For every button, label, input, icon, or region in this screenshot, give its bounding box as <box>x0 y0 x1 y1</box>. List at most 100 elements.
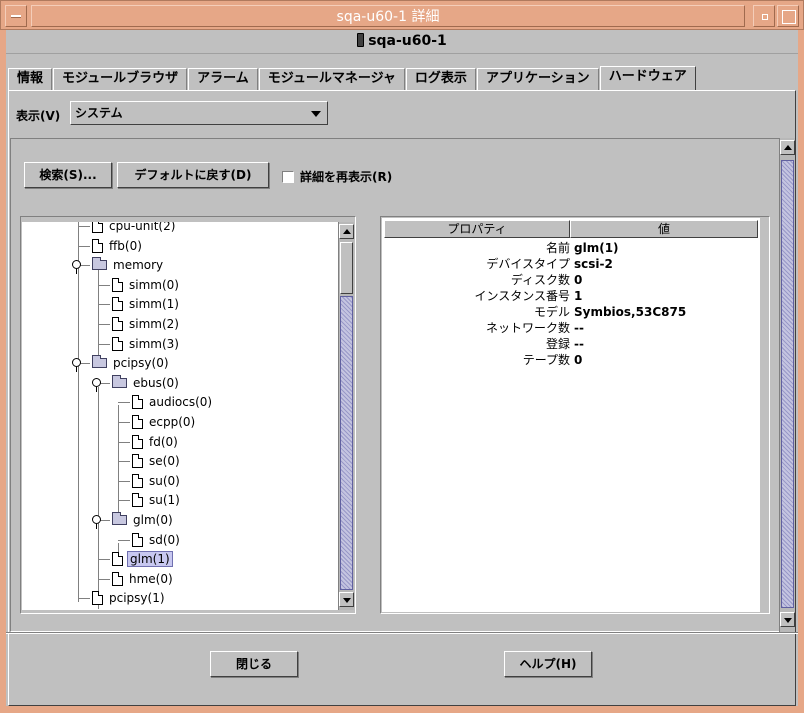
tree-scroll-thumb[interactable] <box>340 242 353 294</box>
property-key: モデル <box>533 305 570 319</box>
redisplay-detail-checkbox[interactable]: 詳細を再表示(R) <box>282 168 392 185</box>
tree-node[interactable]: ffb(0) <box>92 236 144 256</box>
expand-toggle-icon[interactable] <box>92 515 101 529</box>
property-row: ディスク数 0 <box>382 272 760 288</box>
tab-hardware[interactable]: ハードウェア <box>599 66 696 90</box>
property-row: 名前 glm(1) <box>382 240 760 256</box>
tab-applications[interactable]: アプリケーション <box>476 68 599 90</box>
tree-node[interactable]: fd(0) <box>132 432 180 452</box>
tree-connector-line <box>118 422 130 423</box>
tree-connector-line <box>78 222 79 602</box>
document-icon <box>112 297 123 311</box>
tree-node-label: audiocs(0) <box>149 395 213 409</box>
tree-node[interactable]: simm(3) <box>112 334 181 354</box>
col-header-value[interactable]: 値 <box>570 220 758 238</box>
checkbox-box[interactable] <box>282 171 294 183</box>
maximize-button[interactable] <box>777 5 799 27</box>
tree-node-label: pcipsy(0) <box>113 356 169 370</box>
window-titlebar[interactable]: sqa-u60-1 詳細 <box>0 0 804 30</box>
tree-node[interactable]: simm(1) <box>112 294 181 314</box>
view-label: 表示(V) <box>16 109 61 123</box>
device-tree[interactable]: cpu-unit(2) ffb(0) memory simm(0) simm(1) sim… <box>22 222 338 610</box>
view-select-value: システム <box>75 106 123 120</box>
property-value: -- <box>574 321 584 335</box>
document-icon <box>132 415 143 429</box>
tree-node-label: ffb(0) <box>109 239 142 253</box>
restore-default-button[interactable]: デフォルトに戻す(D) <box>117 162 269 188</box>
tree-vertical-scrollbar[interactable] <box>338 222 354 610</box>
expand-toggle-icon[interactable] <box>72 358 81 372</box>
property-value: Symbios,53C875 <box>574 305 687 319</box>
property-key: ネットワーク数 <box>485 321 570 335</box>
chevron-down-icon <box>311 111 321 117</box>
property-value: -- <box>574 337 584 351</box>
tree-node[interactable]: su(0) <box>132 471 182 491</box>
tree-scroll-down-button[interactable] <box>339 592 354 607</box>
tree-node[interactable]: hme(0) <box>112 569 175 589</box>
tree-node[interactable]: simm(0) <box>112 275 181 295</box>
tree-node-label: sd(0) <box>149 533 180 547</box>
tree-node[interactable]: pcipsy(0) <box>72 353 171 373</box>
tree-node[interactable]: simm(2) <box>112 314 181 334</box>
property-value: glm(1) <box>574 241 619 255</box>
close-button[interactable]: 閉じる <box>210 651 298 677</box>
tree-node[interactable]: memory <box>72 255 165 275</box>
tab-log-view[interactable]: ログ表示 <box>405 68 476 90</box>
tree-node[interactable]: glm(1) <box>112 549 173 569</box>
tree-scroll-up-button[interactable] <box>339 224 354 239</box>
tab-module-manager[interactable]: モジュールマネージャ <box>258 68 405 90</box>
tree-connector-line <box>98 285 110 286</box>
property-row: 登録 -- <box>382 336 760 352</box>
scroll-thumb[interactable] <box>781 160 794 608</box>
document-icon <box>112 278 123 292</box>
tree-node-label: simm(3) <box>129 337 179 351</box>
tree-node[interactable]: audiocs(0) <box>132 392 214 412</box>
tree-connector-line <box>78 246 90 247</box>
property-row: モデル Symbios,53C875 <box>382 304 760 320</box>
tree-connector-line <box>118 402 130 403</box>
tree-node[interactable]: ecpp(0) <box>132 412 197 432</box>
redisplay-label: 詳細を再表示(R) <box>300 170 393 184</box>
tree-node-label: fd(0) <box>149 435 178 449</box>
tree-node[interactable]: su(1) <box>132 490 182 510</box>
tree-node-label: simm(2) <box>129 317 179 331</box>
document-icon <box>92 591 103 605</box>
help-button[interactable]: ヘルプ(H) <box>504 651 592 677</box>
property-key: テープ数 <box>522 353 570 367</box>
tree-node[interactable]: sd(0) <box>132 530 182 550</box>
tab-module-browser[interactable]: モジュールブラウザ <box>53 68 188 90</box>
view-select[interactable]: システム <box>70 101 328 125</box>
minimize-button[interactable] <box>753 5 775 27</box>
tab-alarms[interactable]: アラーム <box>188 68 258 90</box>
document-icon <box>92 222 103 233</box>
expand-toggle-icon[interactable] <box>92 378 101 392</box>
scroll-up-button[interactable] <box>780 140 795 155</box>
tree-scroll-track[interactable] <box>340 296 353 590</box>
tree-node-label: ecpp(0) <box>149 415 196 429</box>
search-button[interactable]: 検索(S)... <box>24 162 112 188</box>
property-key: デバイスタイプ <box>486 257 570 271</box>
tree-node[interactable]: pcipsy(1) <box>92 588 167 608</box>
tab-info[interactable]: 情報 <box>8 68 53 90</box>
document-icon <box>132 493 143 507</box>
document-icon <box>112 337 123 351</box>
tree-node-label: simm(1) <box>129 297 179 311</box>
tree-node-label: su(0) <box>149 474 180 488</box>
expand-toggle-icon[interactable] <box>72 260 81 274</box>
tree-node-label: cpu-unit(2) <box>109 222 176 233</box>
tree-node[interactable]: cpu-unit(2) <box>92 222 177 236</box>
property-row: ネットワーク数 -- <box>382 320 760 336</box>
document-icon <box>132 435 143 449</box>
window-menu-button[interactable] <box>5 5 27 27</box>
tree-node[interactable]: ebus(0) <box>92 373 181 393</box>
scroll-down-button[interactable] <box>780 612 795 627</box>
tree-connector-line <box>118 481 130 482</box>
col-header-property[interactable]: プロパティ <box>384 220 570 238</box>
tab-bar: 情報 モジュールブラウザ アラーム モジュールマネージャ ログ表示 アプリケーシ… <box>8 66 697 90</box>
document-icon <box>132 533 143 547</box>
host-header: sqa-u60-1 <box>6 30 798 54</box>
main-vertical-scrollbar[interactable] <box>779 138 795 632</box>
document-icon <box>132 454 143 468</box>
tree-node[interactable]: se(0) <box>132 451 182 471</box>
tree-node[interactable]: glm(0) <box>92 510 175 530</box>
